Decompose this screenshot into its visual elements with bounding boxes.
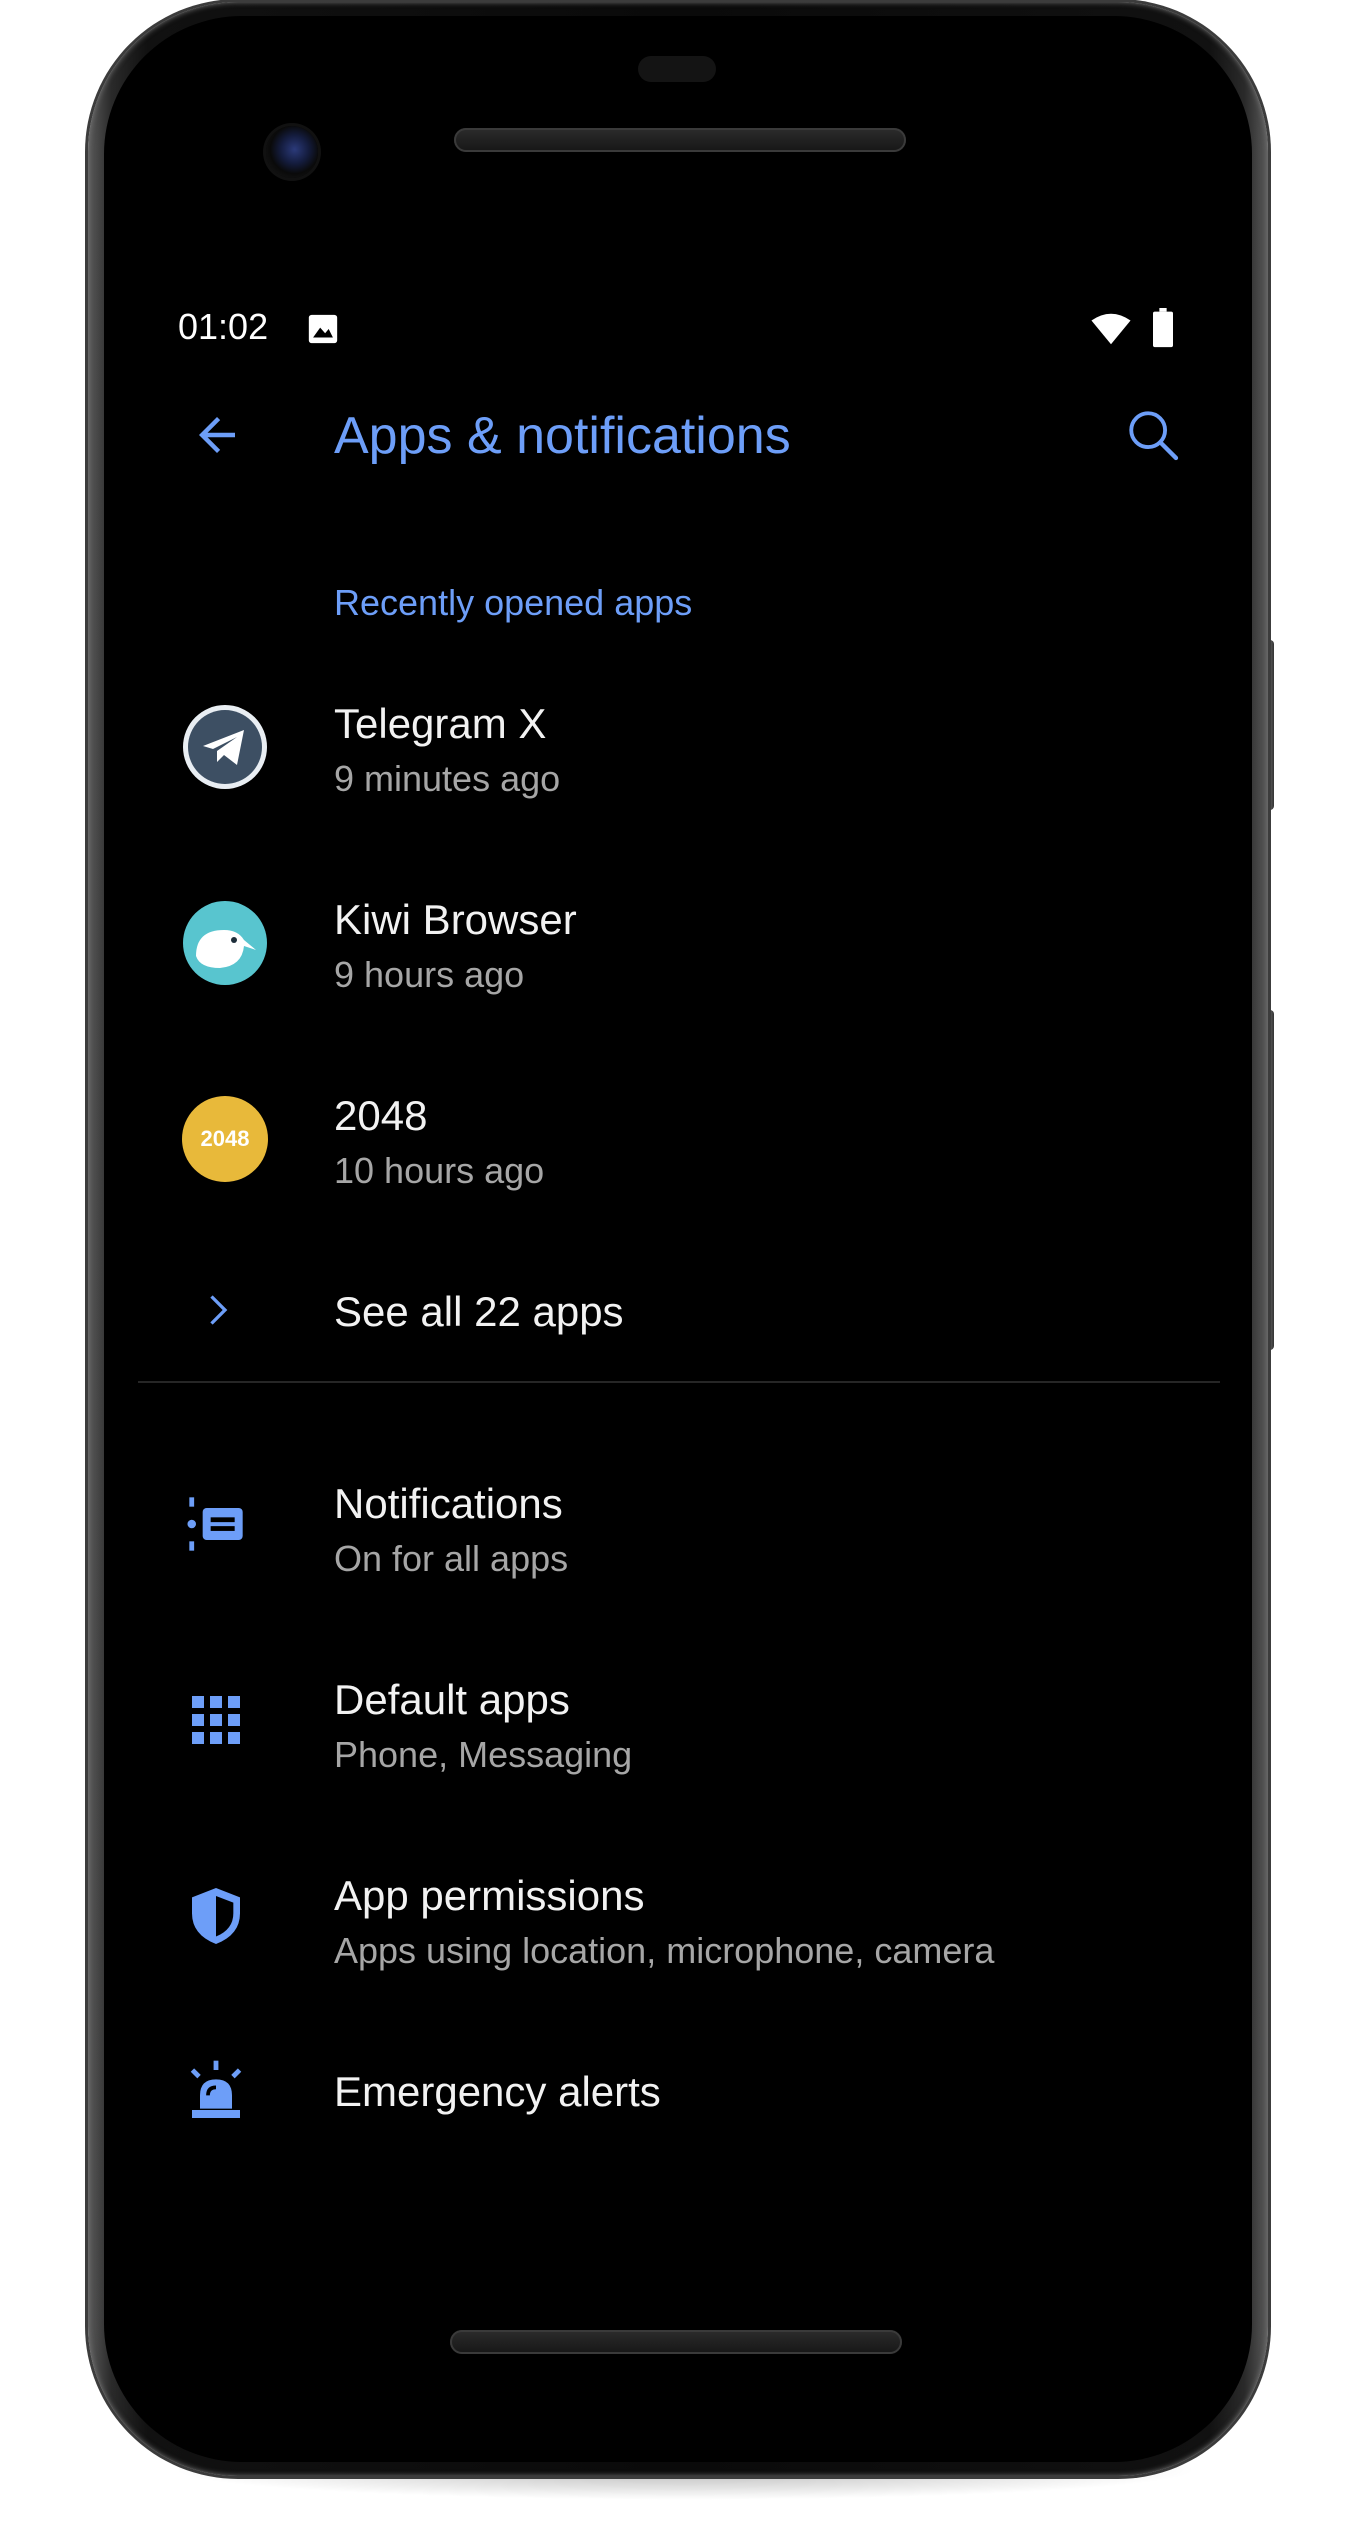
apps-grid-icon bbox=[192, 1696, 240, 1744]
notifications-icon bbox=[187, 1497, 243, 1551]
proximity-sensor bbox=[638, 56, 716, 82]
app-name: Kiwi Browser bbox=[334, 896, 577, 943]
device-mockup: 01:02 Apps & notifications Recently open… bbox=[0, 0, 1370, 2534]
app-last-used: 9 minutes ago bbox=[334, 758, 561, 799]
bottom-speaker bbox=[450, 2330, 902, 2354]
page-title: Apps & notifications bbox=[334, 407, 791, 465]
setting-title: Default apps bbox=[334, 1676, 570, 1723]
section-divider bbox=[138, 1381, 1220, 1383]
siren-icon bbox=[190, 2060, 242, 2118]
phone-frame bbox=[88, 2, 1268, 2476]
setting-summary: On for all apps bbox=[334, 1538, 569, 1579]
app-last-used: 9 hours ago bbox=[334, 954, 525, 995]
setting-summary: Apps using location, microphone, camera bbox=[334, 1930, 995, 1971]
setting-title: Emergency alerts bbox=[334, 2068, 661, 2115]
setting-summary: Phone, Messaging bbox=[334, 1734, 633, 1775]
see-all-apps-label: See all 22 apps bbox=[334, 1288, 624, 1335]
2048-icon: 2048 bbox=[182, 1096, 268, 1182]
arrow-back-icon[interactable] bbox=[190, 408, 244, 462]
setting-title: Notifications bbox=[334, 1480, 563, 1527]
battery-icon bbox=[1153, 308, 1173, 348]
section-header-recent: Recently opened apps bbox=[334, 582, 693, 623]
phone-screen bbox=[104, 16, 1252, 2462]
telegram-x-icon bbox=[183, 705, 267, 789]
app-last-used: 10 hours ago bbox=[334, 1150, 545, 1191]
status-time: 01:02 bbox=[178, 306, 269, 347]
front-camera bbox=[266, 126, 318, 178]
2048-icon-label: 2048 bbox=[200, 1126, 250, 1151]
image-icon bbox=[308, 314, 338, 344]
setting-title: App permissions bbox=[334, 1872, 645, 1919]
wifi-icon bbox=[1091, 313, 1131, 345]
shield-icon bbox=[192, 1888, 240, 1944]
top-speaker bbox=[454, 128, 906, 152]
app-name: 2048 bbox=[334, 1092, 428, 1139]
app-name: Telegram X bbox=[334, 700, 547, 747]
search-icon[interactable] bbox=[1124, 406, 1182, 464]
kiwi-browser-icon bbox=[183, 901, 267, 985]
chevron-right-icon bbox=[210, 1295, 228, 1325]
